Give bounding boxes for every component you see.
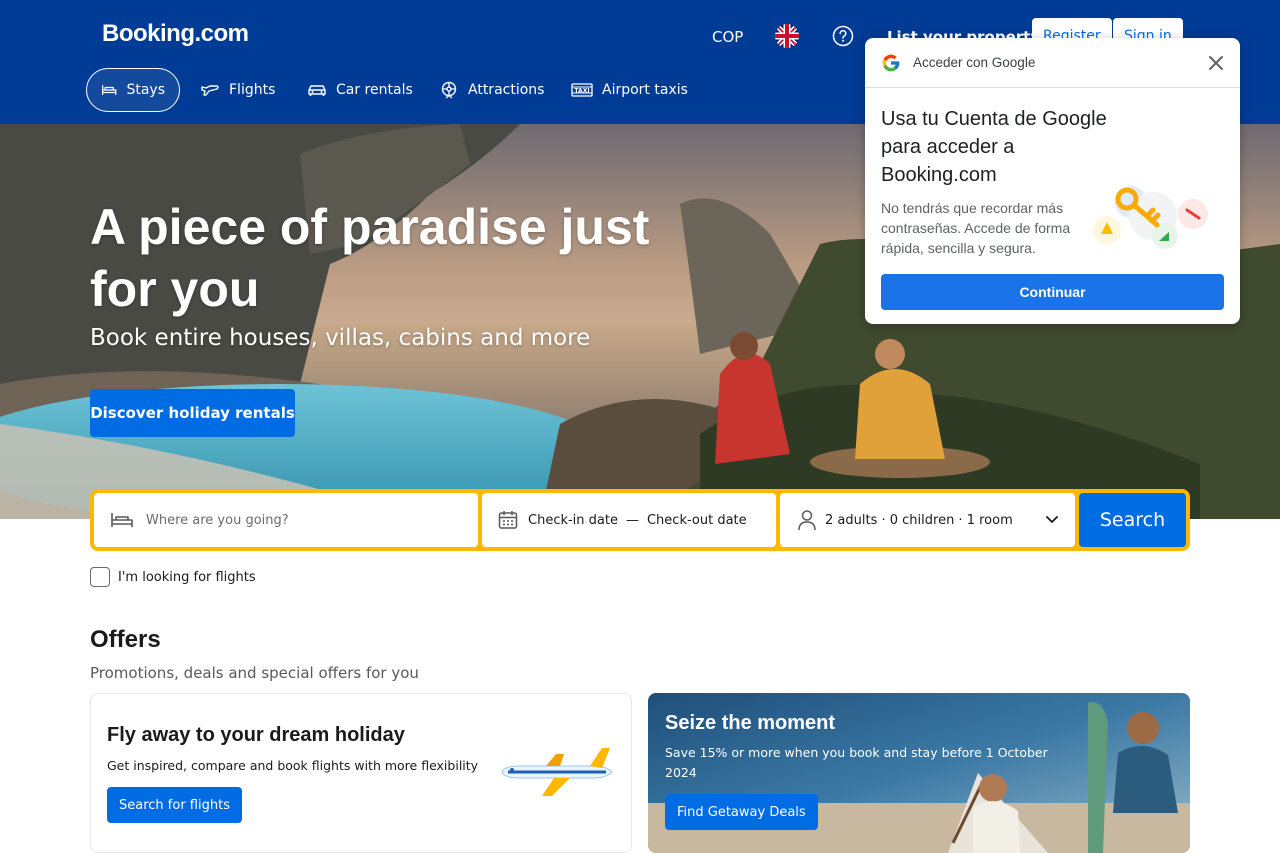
occupancy-label: 2 adults · 0 children · 1 room [825,512,1013,528]
tab-car-rentals-label: Car rentals [336,82,413,98]
search-for-flights-button[interactable]: Search for flights [107,787,242,823]
attractions-icon [441,81,457,99]
date-separator: — [625,512,639,528]
calendar-icon [498,511,518,529]
tab-airport-taxis[interactable]: TAXI Airport taxis [557,68,702,112]
offer-card-text: Save 15% or more when you book and stay … [665,745,1048,780]
offer-card-title: Seize the moment [665,712,836,734]
offer-card-getaway: Seize the moment Save 15% or more when y… [648,693,1190,853]
google-signin-popup: Acceder con Google Usa tu Cuenta de Goog… [865,38,1240,324]
offer-card-title: Fly away to your dream holiday [107,724,405,746]
tab-car-rentals[interactable]: Car rentals [293,68,427,112]
offers-subtitle: Promotions, deals and special offers for… [90,664,419,682]
flights-checkbox-label: I'm looking for flights [118,569,256,585]
destination-placeholder: Where are you going? [146,512,289,528]
find-getaway-deals-button[interactable]: Find Getaway Deals [665,794,818,830]
car-icon [308,85,326,96]
close-icon[interactable] [1208,55,1224,71]
currency-selector[interactable]: COP [712,28,743,46]
tab-attractions-label: Attractions [468,82,545,98]
hero-subtitle: Book entire houses, villas, cabins and m… [90,325,591,351]
airplane-illustration [501,748,613,796]
bed-icon [102,85,117,95]
offer-card-flights: Fly away to your dream holiday Get inspi… [90,693,632,853]
flights-checkbox[interactable] [90,567,110,587]
popup-text: No tendrás que recordar más contraseñas.… [881,200,1071,256]
google-g-icon [882,54,900,72]
booking-logo[interactable]: Booking.com [102,20,249,48]
uk-flag-icon[interactable] [775,24,799,48]
search-bar: Where are you going? Check-in date — Che… [90,489,1190,551]
flights-checkbox-row[interactable]: I'm looking for flights [90,567,256,587]
date-picker-field[interactable]: Check-in date — Check-out date [482,493,776,547]
bed-icon [111,513,133,527]
tab-stays-label: Stays [126,82,165,98]
chevron-down-icon [1046,516,1058,523]
continue-button[interactable]: Continuar [881,274,1224,310]
person-icon [798,510,816,531]
tab-airport-taxis-label: Airport taxis [602,82,688,98]
popup-header-label: Acceder con Google [913,55,1036,70]
discover-holiday-rentals-button[interactable]: Discover holiday rentals [90,389,295,437]
plane-icon [201,85,219,96]
tab-stays[interactable]: Stays [86,68,180,112]
checkout-label: Check-out date [646,512,747,528]
tab-attractions[interactable]: Attractions [425,68,558,112]
checkin-label: Check-in date [528,512,618,528]
help-icon[interactable] [832,25,854,47]
offer-card-text: Get inspired, compare and book flights w… [107,758,479,773]
occupancy-field[interactable]: 2 adults · 0 children · 1 room [780,493,1075,547]
search-button[interactable]: Search [1079,493,1186,547]
svg-text:TAXI: TAXI [574,87,589,94]
taxi-icon: TAXI [571,83,593,97]
key-illustration [1093,186,1208,249]
offers-title: Offers [90,626,161,653]
destination-field[interactable]: Where are you going? [94,493,478,547]
tab-flights-label: Flights [229,82,276,98]
tab-flights[interactable]: Flights [186,68,289,112]
hero-title: A piece of paradise just for you [90,199,650,317]
popup-header: Acceder con Google [865,38,1240,88]
